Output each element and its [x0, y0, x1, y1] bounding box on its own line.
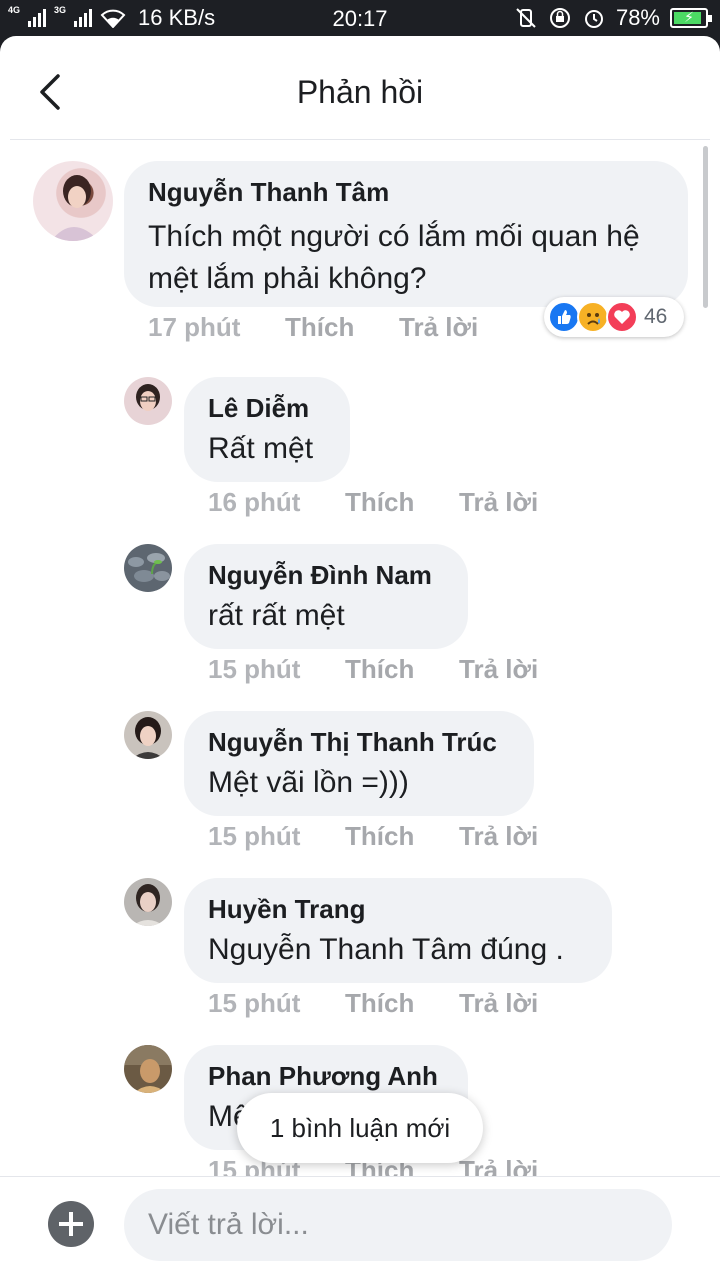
sad-reaction-icon: [577, 301, 609, 333]
avatar[interactable]: [124, 377, 172, 425]
reply-actions: 15 phút Thích Trả lời: [208, 988, 608, 1024]
avatar[interactable]: [124, 1045, 172, 1093]
reply-text: Nguyễn Thanh Tâm đúng .: [208, 933, 564, 966]
battery-percent: 78%: [615, 5, 660, 30]
reply-actions: 15 phút Thích Trả lời: [208, 654, 608, 690]
page-title: Phản hồi: [296, 74, 424, 110]
replies-sheet: Phản hồi Nguyễn Thanh Tâm Thích một ngườ…: [0, 36, 720, 1280]
reply-bubble[interactable]: Nguyễn Thị Thanh Trúc Mệt vãi lồn =))): [184, 711, 534, 816]
reply-time: 16 phút: [208, 487, 301, 517]
reply-button[interactable]: Trả lời: [459, 988, 538, 1019]
battery-icon: ⚡: [670, 8, 712, 28]
reply-time: 15 phút: [208, 821, 301, 851]
avatar[interactable]: [124, 711, 172, 759]
avatar[interactable]: [124, 544, 172, 592]
reply-button[interactable]: Trả lời: [459, 821, 538, 852]
scrollbar[interactable]: [703, 146, 708, 308]
reply-button[interactable]: Trả lời: [459, 654, 538, 685]
reply-button[interactable]: Trả lời: [459, 1155, 538, 1176]
reply-button[interactable]: Trả lời: [399, 312, 478, 343]
reply-author[interactable]: Huyền Trang: [208, 894, 588, 925]
reply-author[interactable]: Lê Diễm: [208, 393, 326, 424]
reply-author[interactable]: Phan Phương Anh: [208, 1061, 444, 1092]
reply-text: Rất mệt: [208, 432, 314, 465]
add-icon[interactable]: [48, 1201, 94, 1247]
rotation-lock-icon: [548, 6, 572, 30]
reply-author[interactable]: Nguyễn Thị Thanh Trúc: [208, 727, 510, 758]
reply-text: rất rất mệt: [208, 599, 345, 632]
like-button[interactable]: Thích: [345, 988, 414, 1019]
reply-bubble[interactable]: Huyền Trang Nguyễn Thanh Tâm đúng .: [184, 878, 612, 983]
like-button[interactable]: Thích: [345, 821, 414, 852]
reply-time: 15 phút: [208, 654, 301, 684]
alarm-icon: [582, 6, 606, 30]
comment-text: Thích một người có lắm mối quan hệ mệt l…: [148, 220, 640, 295]
reply-time: 15 phút: [208, 988, 301, 1018]
avatar[interactable]: [124, 878, 172, 926]
reply-bubble[interactable]: Nguyễn Đình Nam rất rất mệt: [184, 544, 468, 649]
new-comments-button[interactable]: 1 bình luận mới: [237, 1093, 483, 1163]
comment-time: 17 phút: [148, 312, 241, 342]
reply-bubble[interactable]: Lê Diễm Rất mệt: [184, 377, 350, 482]
header: Phản hồi: [10, 36, 710, 140]
love-reaction-icon: [606, 301, 638, 333]
reply-composer: [0, 1176, 720, 1280]
reply-text: Mệt vãi lồn =))): [208, 766, 409, 799]
reply-actions: 15 phút Thích Trả lời: [208, 821, 608, 857]
like-button[interactable]: Thích: [345, 654, 414, 685]
reactions-summary[interactable]: 46: [544, 297, 684, 337]
like-button[interactable]: Thích: [345, 487, 414, 518]
reply-actions: 16 phút Thích Trả lời: [208, 487, 608, 523]
reaction-count: 46: [644, 305, 668, 328]
vibrate-off-icon: [514, 6, 538, 30]
comment-author[interactable]: Nguyễn Thanh Tâm: [148, 177, 664, 208]
avatar[interactable]: [33, 161, 113, 241]
status-bar: 4G 3G 16 KB/s 20:17 78% ⚡: [0, 0, 720, 36]
reply-author[interactable]: Nguyễn Đình Nam: [208, 560, 444, 591]
reply-input[interactable]: [124, 1189, 672, 1261]
comment-actions: 17 phút Thích Trả lời: [148, 312, 548, 348]
like-reaction-icon: [548, 301, 580, 333]
comment-bubble[interactable]: Nguyễn Thanh Tâm Thích một người có lắm …: [124, 161, 688, 307]
like-button[interactable]: Thích: [285, 312, 354, 343]
reply-button[interactable]: Trả lời: [459, 487, 538, 518]
